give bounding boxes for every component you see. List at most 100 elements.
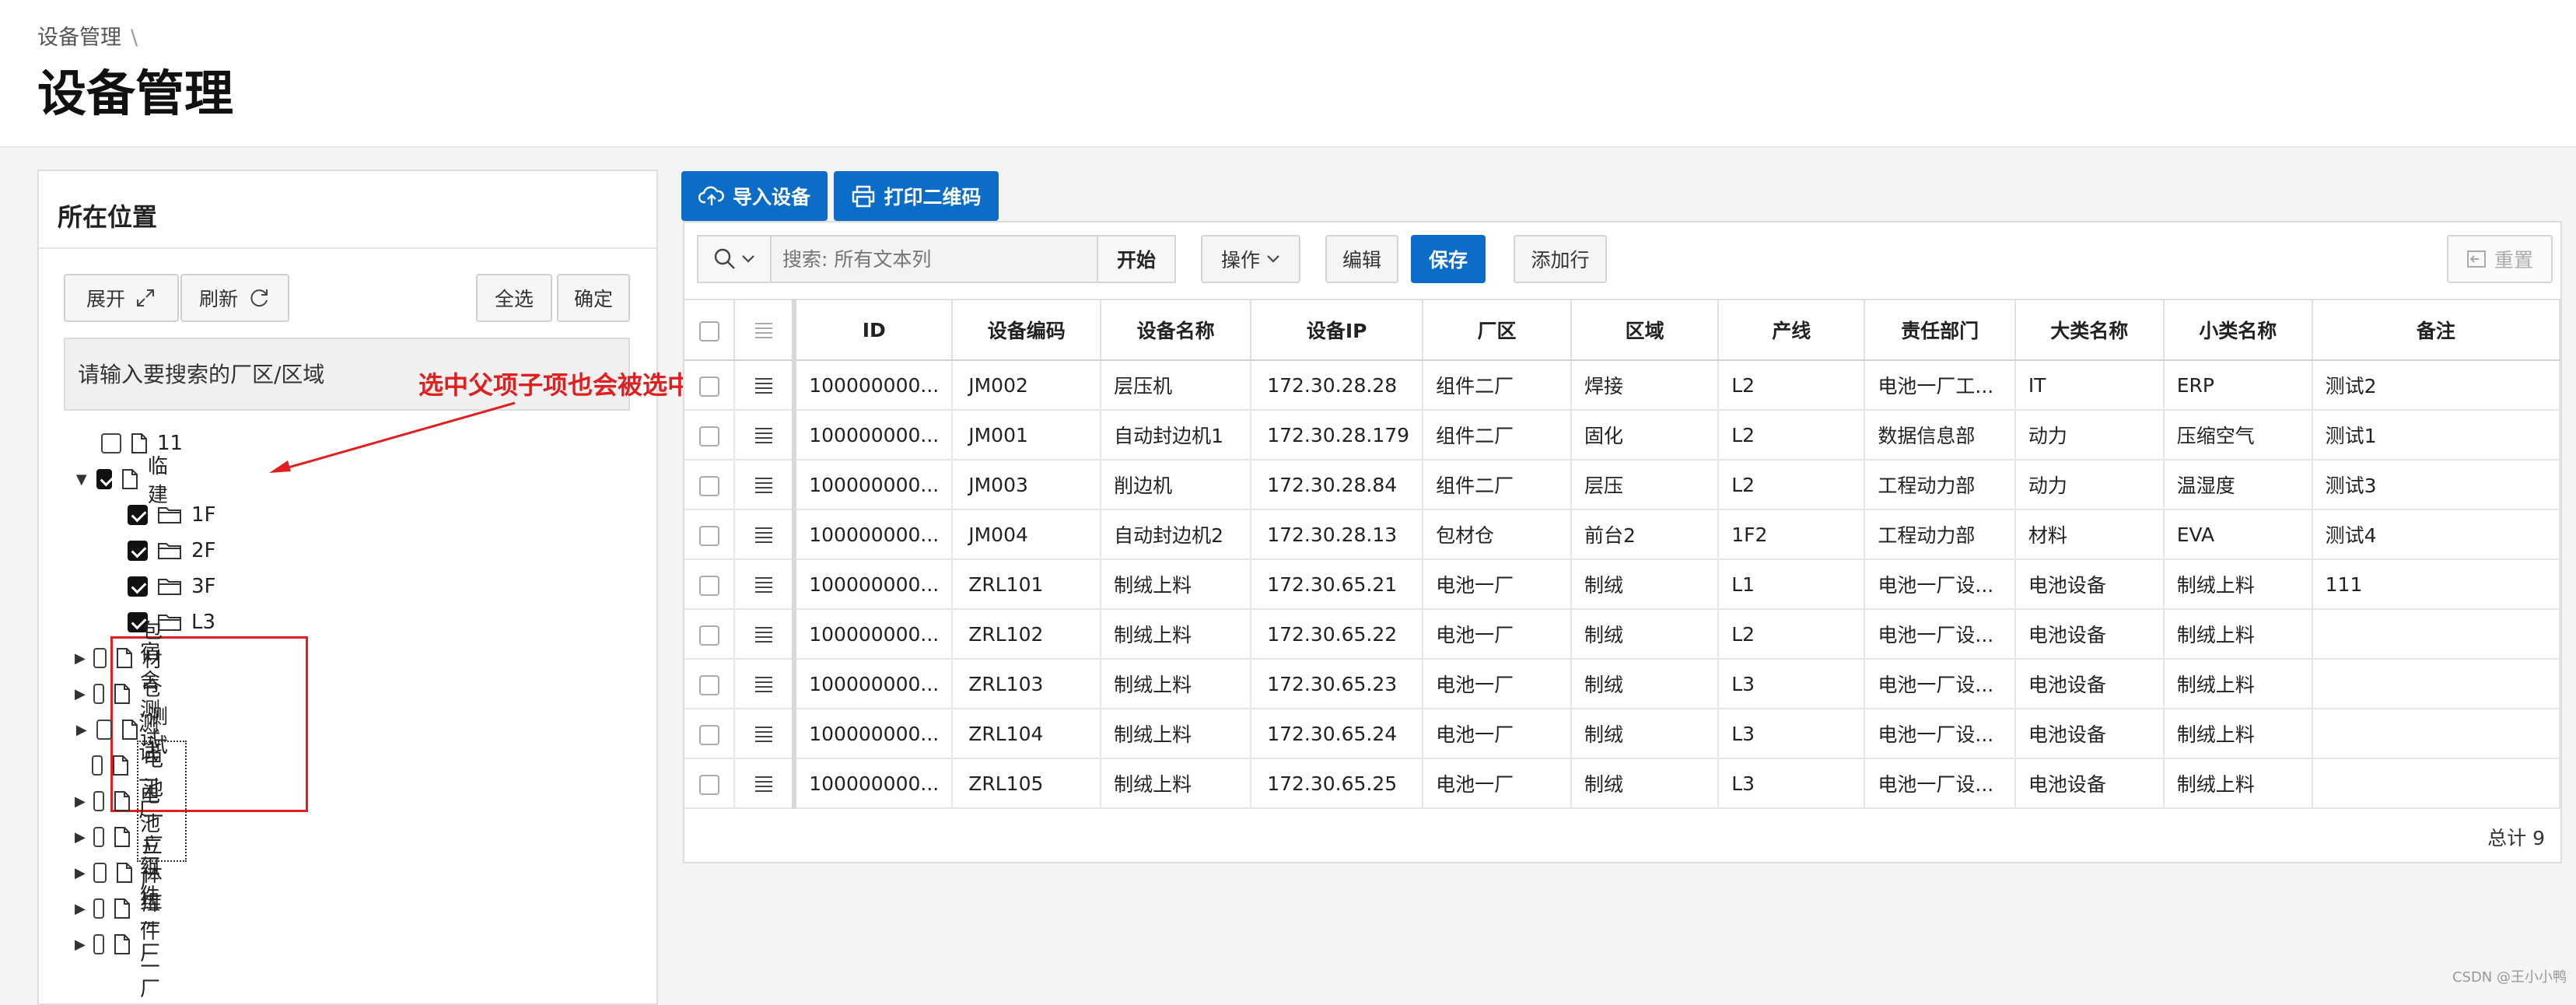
table-row[interactable]: 100000000... ZRL105 制绒上料 172.30.65.25 电池一厂 制绒…: [684, 758, 2561, 809]
table-cell[interactable]: 制绒上料: [1101, 659, 1252, 709]
table-cell[interactable]: 电池一厂设...: [1864, 758, 2016, 809]
table-cell[interactable]: 制绒上料: [2163, 609, 2313, 660]
table-cell[interactable]: 电池设备: [2014, 758, 2165, 809]
table-cell[interactable]: 电池一厂: [1423, 709, 1573, 759]
table-cell[interactable]: ZRL101: [952, 559, 1102, 610]
add-row-button[interactable]: 添加行: [1514, 235, 1607, 283]
table-cell[interactable]: 100000000...: [794, 410, 954, 460]
table-cell[interactable]: JM002: [952, 360, 1102, 411]
table-cell[interactable]: 制绒上料: [1101, 559, 1252, 610]
table-row[interactable]: 100000000... ZRL101 制绒上料 172.30.65.21 电池一厂 制绒…: [684, 559, 2561, 610]
table-cell[interactable]: 测试3: [2312, 460, 2561, 510]
column-header-id[interactable]: ID: [794, 299, 954, 361]
row-menu-icon[interactable]: [734, 659, 797, 709]
select-all-button[interactable]: 全选: [476, 274, 552, 322]
table-cell[interactable]: 层压: [1571, 460, 1720, 510]
table-cell[interactable]: 制绒: [1571, 659, 1720, 709]
table-cell[interactable]: L2: [1718, 460, 1866, 510]
table-row[interactable]: 100000000... ZRL102 制绒上料 172.30.65.22 电池一厂 制绒…: [684, 609, 2561, 660]
row-menu-icon[interactable]: [734, 709, 797, 759]
column-header-department[interactable]: 责任部门: [1864, 299, 2016, 361]
table-row[interactable]: 100000000... JM003 削边机 172.30.28.84 组件二厂 层压 L2…: [684, 460, 2561, 510]
row-checkbox[interactable]: [684, 410, 735, 460]
table-cell[interactable]: 100000000...: [794, 758, 954, 809]
table-cell[interactable]: 削边机: [1101, 460, 1252, 510]
collapse-toggle-icon[interactable]: ▼: [75, 471, 89, 488]
expand-toggle-icon[interactable]: ▶: [75, 686, 86, 702]
table-cell[interactable]: 172.30.65.23: [1251, 659, 1424, 709]
column-header-area[interactable]: 区域: [1571, 299, 1720, 361]
table-cell[interactable]: L1: [1718, 559, 1866, 610]
print-qrcode-button[interactable]: 打印二维码: [834, 171, 999, 221]
table-cell[interactable]: JM001: [952, 410, 1102, 460]
row-checkbox[interactable]: [684, 709, 735, 759]
table-cell[interactable]: 电池一厂设...: [1864, 709, 2016, 759]
table-row[interactable]: 100000000... JM001 自动封边机1 172.30.28.179 组件二厂…: [684, 410, 2561, 460]
table-cell[interactable]: 100000000...: [794, 510, 954, 560]
table-cell[interactable]: L2: [1718, 609, 1866, 660]
table-cell[interactable]: 电池一厂设...: [1864, 609, 2016, 660]
table-cell[interactable]: 制绒上料: [2163, 559, 2313, 610]
table-cell[interactable]: [2312, 659, 2561, 709]
table-cell[interactable]: 固化: [1571, 410, 1720, 460]
table-cell[interactable]: 172.30.28.84: [1251, 460, 1424, 510]
table-cell[interactable]: 测试2: [2312, 360, 2561, 411]
table-cell[interactable]: ZRL105: [952, 758, 1102, 809]
expand-button[interactable]: 展开: [64, 274, 179, 322]
table-cell[interactable]: 组件二厂: [1423, 460, 1573, 510]
table-cell[interactable]: L3: [1718, 758, 1866, 809]
search-go-button[interactable]: 开始: [1097, 236, 1174, 282]
table-cell[interactable]: 172.30.65.25: [1251, 758, 1424, 809]
table-cell[interactable]: 100000000...: [794, 460, 954, 510]
table-cell[interactable]: 制绒上料: [2163, 659, 2313, 709]
table-cell[interactable]: ZRL102: [952, 609, 1102, 660]
column-header-code[interactable]: 设备编码: [952, 299, 1102, 361]
row-menu-icon[interactable]: [734, 360, 797, 411]
table-cell[interactable]: 制绒: [1571, 758, 1720, 809]
row-checkbox[interactable]: [684, 460, 735, 510]
table-cell[interactable]: 组件二厂: [1423, 360, 1573, 411]
table-cell[interactable]: 层压机: [1101, 360, 1252, 411]
refresh-button[interactable]: 刷新: [180, 274, 289, 322]
grid-search-input[interactable]: [772, 236, 1097, 282]
table-cell[interactable]: 电池一厂: [1423, 758, 1573, 809]
search-column-selector[interactable]: [698, 236, 772, 282]
table-cell[interactable]: 动力: [2014, 460, 2165, 510]
expand-toggle-icon[interactable]: ▶: [75, 937, 86, 953]
tree-node-zujianerchang[interactable]: ▶ 组件二厂: [75, 891, 177, 1001]
actions-menu-button[interactable]: 操作: [1201, 235, 1300, 283]
row-checkbox[interactable]: [684, 360, 735, 411]
column-header-name[interactable]: 设备名称: [1101, 299, 1252, 361]
table-cell[interactable]: 自动封边机2: [1101, 510, 1252, 560]
expand-toggle-icon[interactable]: ▶: [75, 865, 86, 881]
table-cell[interactable]: 制绒上料: [1101, 758, 1252, 809]
table-cell[interactable]: L2: [1718, 360, 1866, 411]
table-cell[interactable]: 电池一厂: [1423, 659, 1573, 709]
table-cell[interactable]: 焊接: [1571, 360, 1720, 411]
table-cell[interactable]: 172.30.28.28: [1251, 360, 1424, 411]
table-cell[interactable]: 1F2: [1718, 510, 1866, 560]
breadcrumb-item[interactable]: 设备管理: [37, 26, 121, 50]
table-cell[interactable]: 100000000...: [794, 709, 954, 759]
table-cell[interactable]: 100000000...: [794, 559, 954, 610]
table-cell[interactable]: 172.30.28.179: [1251, 410, 1424, 460]
table-cell[interactable]: 压缩空气: [2163, 410, 2313, 460]
edit-button[interactable]: 编辑: [1325, 235, 1398, 283]
table-cell[interactable]: 测试1: [2312, 410, 2561, 460]
table-cell[interactable]: L3: [1718, 709, 1866, 759]
table-cell[interactable]: 电池一厂设...: [1864, 659, 2016, 709]
expand-toggle-icon[interactable]: ▶: [75, 722, 89, 738]
import-device-button[interactable]: 导入设备: [681, 171, 828, 221]
expand-toggle-icon[interactable]: ▶: [75, 829, 86, 846]
column-header-subcategory[interactable]: 小类名称: [2163, 299, 2313, 361]
row-menu-icon[interactable]: [734, 410, 797, 460]
row-checkbox[interactable]: [684, 758, 735, 809]
table-cell[interactable]: [2312, 609, 2561, 660]
table-cell[interactable]: L3: [1718, 659, 1866, 709]
table-cell[interactable]: 172.30.65.22: [1251, 609, 1424, 660]
tree-node-linjian[interactable]: ▼ 临建: [75, 455, 177, 507]
table-cell[interactable]: 制绒: [1571, 709, 1720, 759]
row-checkbox[interactable]: [684, 659, 735, 709]
table-cell[interactable]: [2312, 709, 2561, 759]
tree-node-1f[interactable]: 1F: [101, 499, 216, 531]
